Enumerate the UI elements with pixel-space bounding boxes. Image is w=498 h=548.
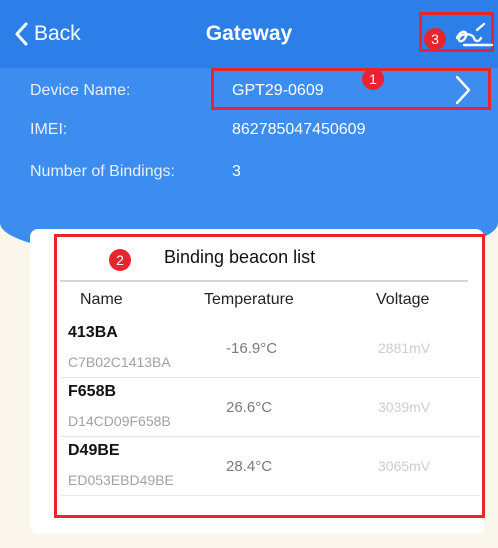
chevron-right-icon[interactable]: [453, 75, 473, 105]
beacon-voltage: 3039mV: [378, 399, 431, 415]
column-header-voltage: Voltage: [376, 291, 430, 308]
beacon-name: F658B: [68, 383, 117, 400]
row-divider: [60, 377, 480, 378]
device-name-label: Device Name:: [30, 82, 131, 99]
beacon-temperature: 26.6°C: [226, 399, 273, 416]
row-divider: [60, 436, 480, 437]
callout-badge-1: 1: [362, 68, 384, 90]
list-title-divider: [60, 280, 468, 282]
beacon-mac: D14CD09F658B: [68, 413, 171, 429]
device-name-value: GPT29-0609: [232, 82, 324, 99]
beacon-mac: C7B02C1413BA: [68, 354, 171, 370]
beacon-row[interactable]: F658B D14CD09F658B 26.6°C 3039mV: [60, 379, 480, 437]
beacon-mac: ED053EBD49BE: [68, 472, 174, 488]
row-divider: [60, 495, 480, 496]
beacon-name: D49BE: [68, 442, 120, 459]
column-header-temperature: Temperature: [204, 291, 294, 308]
beacon-list-title: Binding beacon list: [164, 247, 316, 267]
bindings-count-value: 3: [232, 163, 241, 180]
beacon-voltage: 2881mV: [378, 340, 431, 356]
beacon-temperature: 28.4°C: [226, 458, 273, 475]
edit-signature-icon[interactable]: [454, 21, 494, 49]
beacon-name: 413BA: [68, 324, 118, 341]
beacon-row[interactable]: 413BA C7B02C1413BA -16.9°C 2881mV: [60, 320, 480, 378]
imei-value: 862785047450609: [232, 121, 366, 138]
callout-badge-3: 3: [424, 28, 446, 50]
beacon-row[interactable]: D49BE ED053EBD49BE 28.4°C 3065mV: [60, 438, 480, 496]
callout-badge-2: 2: [109, 249, 131, 271]
beacon-temperature: -16.9°C: [226, 340, 278, 357]
column-header-name: Name: [80, 291, 123, 308]
bindings-count-label: Number of Bindings:: [30, 163, 175, 180]
imei-label: IMEI:: [30, 121, 68, 138]
beacon-voltage: 3065mV: [378, 458, 431, 474]
